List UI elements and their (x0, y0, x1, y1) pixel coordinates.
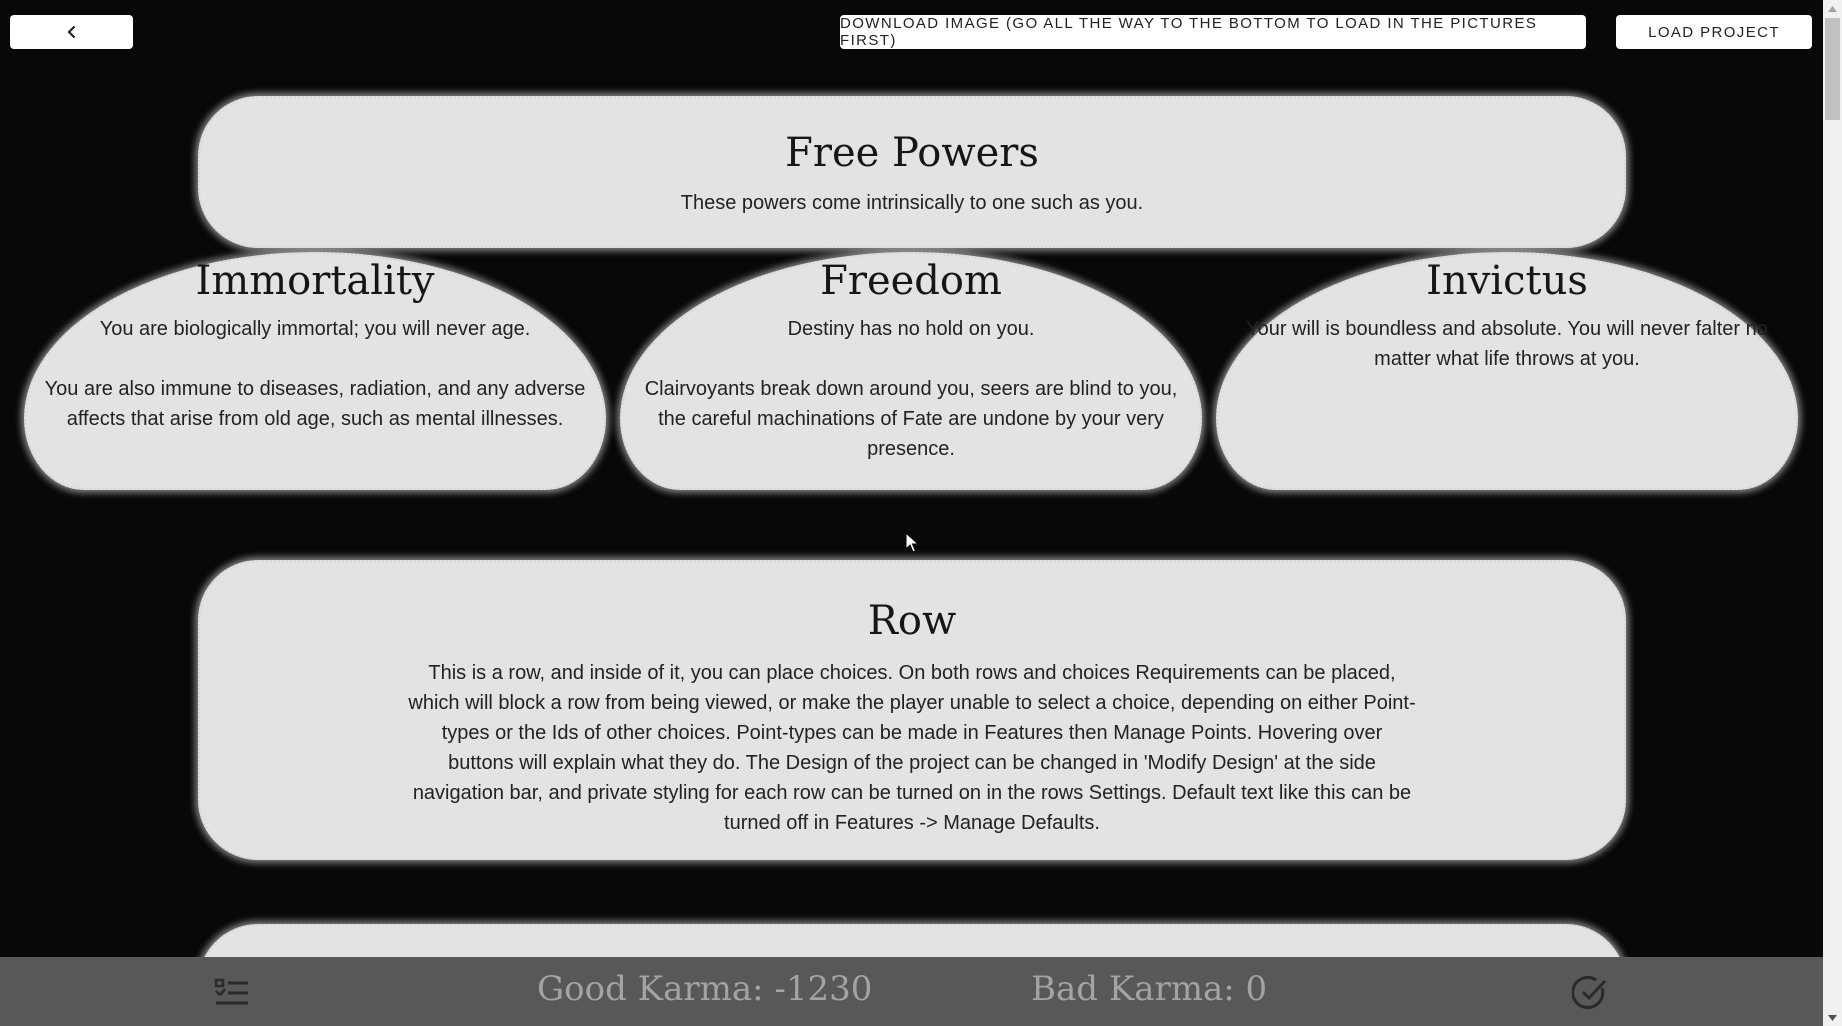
scroll-down-arrow-icon[interactable] (1823, 1009, 1842, 1026)
row-title: Free Powers (785, 130, 1039, 176)
choice-title: Invictus (1426, 258, 1588, 304)
scrollbar-thumb[interactable] (1825, 18, 1840, 120)
row-description: These powers come intrinsically to one s… (680, 192, 1144, 214)
back-button[interactable] (10, 15, 133, 49)
chevron-left-icon (66, 25, 75, 39)
row-title: Row (867, 598, 957, 644)
good-karma-points: Good Karma: -1230 (537, 969, 873, 1009)
choice-title: Freedom (820, 258, 1002, 304)
choice-immortality[interactable]: Immortality You are biologically immorta… (24, 252, 606, 490)
choice-description: Your will is boundless and absolute. You… (1246, 318, 1768, 370)
check-circle-icon[interactable] (1572, 975, 1608, 1011)
download-image-button[interactable]: Download Image (Go all the way to the bo… (840, 15, 1586, 49)
bad-karma-points: Bad Karma: 0 (1031, 969, 1268, 1009)
points-bar: Good Karma: -1230 Bad Karma: 0 (0, 957, 1823, 1026)
choice-invictus[interactable]: Invictus Your will is boundless and abso… (1216, 252, 1798, 490)
choice-description: Destiny has no hold on you. Clairvoyants… (644, 318, 1178, 460)
scroll-up-arrow-icon[interactable] (1823, 0, 1842, 17)
project-viewer: Download Image (Go all the way to the bo… (0, 0, 1823, 1026)
choice-description: You are biologically immortal; you will … (44, 318, 586, 430)
row-description: This is a row, and inside of it, you can… (408, 662, 1416, 834)
vertical-scrollbar[interactable] (1823, 0, 1842, 1026)
load-project-button[interactable]: Load Project (1616, 15, 1812, 49)
free-powers-row: Free Powers These powers come intrinsica… (198, 96, 1626, 248)
choice-title: Immortality (195, 258, 435, 304)
checklist-icon[interactable] (214, 977, 250, 1007)
choice-freedom[interactable]: Freedom Destiny has no hold on you. Clai… (620, 252, 1202, 490)
row-card: Row This is a row, and inside of it, you… (198, 560, 1626, 860)
mouse-cursor-icon (905, 532, 919, 553)
